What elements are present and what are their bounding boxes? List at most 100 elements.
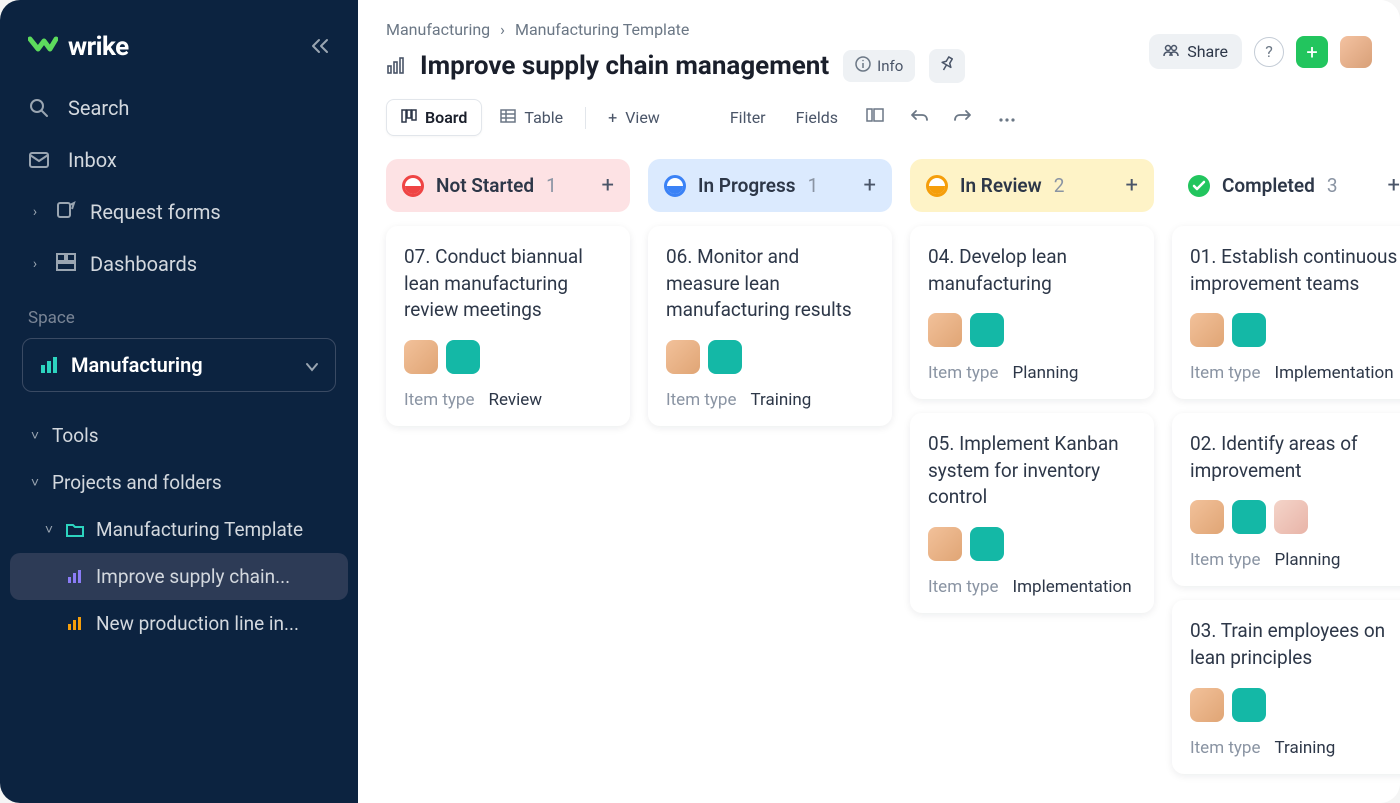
assignee-avatar[interactable] bbox=[970, 527, 1004, 561]
collapse-sidebar-icon[interactable] bbox=[310, 35, 330, 59]
column-title: Completed bbox=[1222, 174, 1315, 197]
chevron-right-icon: › bbox=[28, 256, 42, 272]
user-avatar[interactable] bbox=[1340, 36, 1372, 68]
tree-tools[interactable]: ˅ Tools bbox=[10, 412, 348, 459]
card-meta: Item type Training bbox=[1190, 738, 1398, 758]
item-type-value: Implementation bbox=[1275, 363, 1394, 383]
pin-button[interactable] bbox=[929, 49, 965, 83]
assignee-avatar[interactable] bbox=[970, 313, 1004, 347]
tree-project-active[interactable]: Improve supply chain... bbox=[10, 553, 348, 600]
item-type-value: Planning bbox=[1275, 550, 1341, 570]
column-completed: Completed 3 + 01. Establish continuous i… bbox=[1172, 159, 1400, 779]
assignee-avatar[interactable] bbox=[1274, 500, 1308, 534]
column-title: In Review bbox=[960, 174, 1042, 197]
column-in_progress: In Progress 1 + 06. Monitor and measure … bbox=[648, 159, 892, 779]
nav-request-forms[interactable]: › Request forms bbox=[0, 186, 358, 238]
add-button[interactable]: + bbox=[1296, 36, 1328, 68]
card-title: 07. Conduct biannual lean manufacturing … bbox=[404, 244, 612, 324]
assignee-avatar[interactable] bbox=[928, 313, 962, 347]
fields-button[interactable]: Fields bbox=[788, 102, 846, 133]
assignee-avatar[interactable] bbox=[1190, 500, 1224, 534]
view-table-label: Table bbox=[524, 108, 563, 127]
app-root: wrike Search Inbox › Request forms bbox=[0, 0, 1400, 803]
chevron-down-icon bbox=[305, 354, 319, 377]
card[interactable]: 06. Monitor and measure lean manufacturi… bbox=[648, 226, 892, 426]
sidebar-tree: ˅ Tools ˅ Projects and folders ˅ Manufac… bbox=[0, 392, 358, 647]
card-meta: Item type Training bbox=[666, 390, 874, 410]
breadcrumb-root[interactable]: Manufacturing bbox=[386, 20, 490, 39]
view-separator bbox=[585, 107, 586, 129]
forms-icon bbox=[56, 200, 76, 224]
card-title: 03. Train employees on lean principles bbox=[1190, 618, 1398, 671]
project-icon bbox=[66, 616, 86, 632]
space-selector[interactable]: Manufacturing bbox=[22, 338, 336, 392]
column-count: 1 bbox=[808, 174, 819, 197]
card[interactable]: 05. Implement Kanban system for inventor… bbox=[910, 413, 1154, 613]
column-header[interactable]: In Progress 1 + bbox=[648, 159, 892, 212]
more-button[interactable] bbox=[992, 103, 1022, 132]
tree-projects-folders[interactable]: ˅ Projects and folders bbox=[10, 459, 348, 506]
view-table-button[interactable]: Table bbox=[486, 100, 577, 135]
nav-dashboards[interactable]: › Dashboards bbox=[0, 238, 358, 290]
expand-icon[interactable] bbox=[860, 103, 890, 132]
pin-icon bbox=[939, 56, 955, 76]
column-in_review: In Review 2 + 04. Develop lean manufactu… bbox=[910, 159, 1154, 779]
assignee-avatar[interactable] bbox=[666, 340, 700, 374]
add-card-button[interactable]: + bbox=[1126, 173, 1138, 198]
assignee-avatar[interactable] bbox=[1232, 313, 1266, 347]
sidebar-top: wrike bbox=[0, 24, 358, 82]
tree-manufacturing-template[interactable]: ˅ Manufacturing Template bbox=[10, 506, 348, 553]
card-title: 04. Develop lean manufacturing bbox=[928, 244, 1136, 297]
column-header[interactable]: Completed 3 + bbox=[1172, 159, 1400, 212]
tree-projects-label: Projects and folders bbox=[52, 471, 330, 494]
plus-icon: + bbox=[608, 108, 617, 127]
main-wrap: Share ? + Manufacturing › Manufacturing … bbox=[358, 0, 1400, 803]
card-avatars bbox=[666, 340, 874, 374]
title-row: Improve supply chain management Info bbox=[386, 49, 965, 83]
nav-search[interactable]: Search bbox=[0, 82, 358, 134]
assignee-avatar[interactable] bbox=[928, 527, 962, 561]
breadcrumb-leaf[interactable]: Manufacturing Template bbox=[515, 20, 689, 39]
card[interactable]: 03. Train employees on lean principles I… bbox=[1172, 600, 1400, 773]
filter-button[interactable]: Filter bbox=[722, 102, 774, 133]
item-type-value: Planning bbox=[1013, 363, 1079, 383]
search-icon bbox=[28, 98, 50, 118]
item-type-label: Item type bbox=[1190, 738, 1261, 758]
redo-button[interactable] bbox=[948, 103, 978, 132]
card[interactable]: 04. Develop lean manufacturing Item type… bbox=[910, 226, 1154, 399]
share-label: Share bbox=[1187, 42, 1228, 61]
undo-button[interactable] bbox=[904, 103, 934, 132]
logo[interactable]: wrike bbox=[28, 32, 129, 62]
assignee-avatar[interactable] bbox=[708, 340, 742, 374]
nav-dashboards-label: Dashboards bbox=[90, 252, 197, 276]
assignee-avatar[interactable] bbox=[1232, 500, 1266, 534]
board[interactable]: Not Started 1 + 07. Conduct biannual lea… bbox=[358, 155, 1400, 803]
card[interactable]: 01. Establish continuous improvement tea… bbox=[1172, 226, 1400, 399]
column-header[interactable]: Not Started 1 + bbox=[386, 159, 630, 212]
tree-project-other[interactable]: New production line in... bbox=[10, 600, 348, 647]
column-header[interactable]: In Review 2 + bbox=[910, 159, 1154, 212]
share-button[interactable]: Share bbox=[1149, 34, 1242, 69]
assignee-avatar[interactable] bbox=[1190, 313, 1224, 347]
column-count: 1 bbox=[546, 174, 557, 197]
add-view-button[interactable]: + View bbox=[594, 100, 674, 135]
help-button[interactable]: ? bbox=[1254, 37, 1284, 67]
assignee-avatar[interactable] bbox=[1232, 688, 1266, 722]
column-count: 3 bbox=[1327, 174, 1338, 197]
tree-project-active-label: Improve supply chain... bbox=[96, 565, 330, 588]
assignee-avatar[interactable] bbox=[404, 340, 438, 374]
share-icon bbox=[1163, 42, 1179, 61]
add-card-button[interactable]: + bbox=[602, 173, 614, 198]
nav-inbox[interactable]: Inbox bbox=[0, 134, 358, 186]
view-switcher: Board Table + View bbox=[386, 99, 674, 136]
card-meta: Item type Planning bbox=[928, 363, 1136, 383]
assignee-avatar[interactable] bbox=[1190, 688, 1224, 722]
assignee-avatar[interactable] bbox=[446, 340, 480, 374]
card[interactable]: 02. Identify areas of improvement Item t… bbox=[1172, 413, 1400, 586]
view-board-button[interactable]: Board bbox=[386, 99, 482, 136]
add-card-button[interactable]: + bbox=[864, 173, 876, 198]
add-card-button[interactable]: + bbox=[1388, 173, 1400, 198]
dashboards-icon bbox=[56, 252, 76, 276]
info-button[interactable]: Info bbox=[843, 50, 915, 82]
card[interactable]: 07. Conduct biannual lean manufacturing … bbox=[386, 226, 630, 426]
